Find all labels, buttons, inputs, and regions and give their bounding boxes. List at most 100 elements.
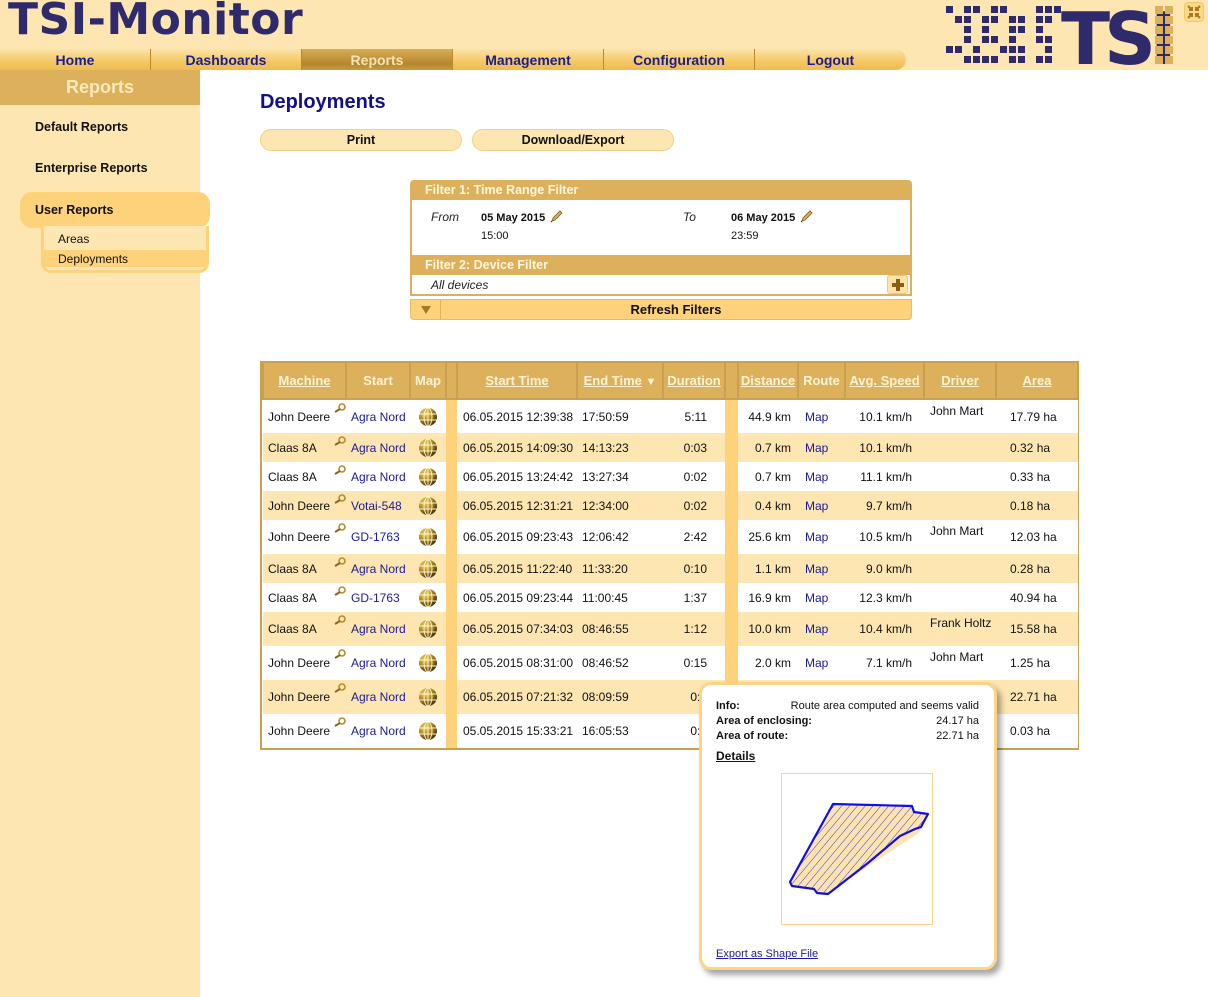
logo-square xyxy=(964,6,971,13)
route-map-link[interactable]: Map xyxy=(805,410,828,424)
globe-icon[interactable] xyxy=(418,588,438,608)
logo-square xyxy=(1036,6,1043,13)
page: TSI-Monitor TSI Home Dashboards Reports … xyxy=(0,0,1208,997)
globe-icon[interactable] xyxy=(418,527,438,547)
globe-icon[interactable] xyxy=(418,438,438,458)
sidebar-item-default-reports[interactable]: Default Reports xyxy=(35,120,128,134)
area-cell[interactable]: 0.18 ha xyxy=(996,491,1078,520)
start-location-link[interactable]: Agra Nord xyxy=(351,622,406,636)
nav-home[interactable]: Home xyxy=(0,49,151,70)
column-header-distance[interactable]: Distance xyxy=(737,361,799,400)
route-map-link[interactable]: Map xyxy=(805,530,828,544)
logo-square xyxy=(982,16,989,23)
start-location-link[interactable]: Votai-548 xyxy=(351,499,402,513)
magnifier-icon[interactable] xyxy=(332,557,346,568)
sidebar-item-enterprise-reports[interactable]: Enterprise Reports xyxy=(35,161,148,175)
sidebar-subitem-areas[interactable]: Areas xyxy=(44,230,206,247)
column-header-machine[interactable]: Machine xyxy=(262,361,347,400)
export-shape-file-link[interactable]: Export as Shape File xyxy=(716,948,818,960)
globe-icon[interactable] xyxy=(418,721,438,741)
area-cell[interactable]: 22.71 ha xyxy=(996,680,1078,714)
edit-from-date-pencil-icon[interactable] xyxy=(550,209,564,223)
print-button[interactable]: Print xyxy=(260,129,462,151)
to-date[interactable]: 06 May 2015 xyxy=(731,212,795,224)
nav-reports[interactable]: Reports xyxy=(302,49,453,70)
area-cell[interactable]: 40.94 ha xyxy=(996,583,1078,612)
nav-configuration[interactable]: Configuration xyxy=(604,49,755,70)
magnifier-icon[interactable] xyxy=(332,523,346,534)
column-header-driver[interactable]: Driver xyxy=(923,361,997,400)
route-map-link[interactable]: Map xyxy=(805,499,828,513)
globe-icon[interactable] xyxy=(418,407,438,427)
nav-management[interactable]: Management xyxy=(453,49,604,70)
globe-icon[interactable] xyxy=(418,653,438,673)
details-link[interactable]: Details xyxy=(716,749,755,763)
magnifier-icon[interactable] xyxy=(332,586,346,597)
globe-icon[interactable] xyxy=(418,496,438,516)
globe-icon[interactable] xyxy=(418,619,438,639)
magnifier-icon[interactable] xyxy=(332,436,346,447)
nav-dashboards[interactable]: Dashboards xyxy=(151,49,302,70)
area-cell[interactable]: 1.25 ha xyxy=(996,646,1078,680)
start-location-link[interactable]: Agra Nord xyxy=(351,441,406,455)
magnifier-icon[interactable] xyxy=(332,403,346,414)
refresh-filters-button[interactable]: Refresh Filters xyxy=(441,300,911,319)
download-export-button[interactable]: Download/Export xyxy=(472,129,674,151)
start-location-link[interactable]: GD-1763 xyxy=(351,591,400,605)
globe-icon[interactable] xyxy=(418,467,438,487)
map-cell xyxy=(410,612,446,646)
from-date[interactable]: 05 May 2015 xyxy=(481,212,545,224)
collapse-filters-toggle[interactable] xyxy=(411,300,441,319)
globe-icon[interactable] xyxy=(418,687,438,707)
collapse-header-button[interactable] xyxy=(1184,2,1204,22)
edit-to-date-pencil-icon[interactable] xyxy=(800,209,814,223)
column-header-area[interactable]: Area xyxy=(995,361,1079,400)
area-cell[interactable]: 12.03 ha xyxy=(996,520,1078,554)
logo-square xyxy=(991,6,998,13)
sidebar-subitem-deployments[interactable]: Deployments xyxy=(44,250,206,267)
route-map-link[interactable]: Map xyxy=(805,562,828,576)
map-cell xyxy=(410,680,446,714)
start-location-link[interactable]: Agra Nord xyxy=(351,690,406,704)
magnifier-icon[interactable] xyxy=(332,465,346,476)
row-separator xyxy=(446,583,457,612)
area-cell[interactable]: 0.03 ha xyxy=(996,714,1078,748)
route-map-link[interactable]: Map xyxy=(805,591,828,605)
start-location-link[interactable]: Agra Nord xyxy=(351,562,406,576)
start-time-cell: 06.05.2015 09:23:44 xyxy=(457,583,577,612)
start-cell: Agra Nord xyxy=(346,554,410,583)
magnifier-icon[interactable] xyxy=(332,683,346,694)
logo-square xyxy=(982,26,989,33)
row-separator xyxy=(725,646,738,680)
area-cell[interactable]: 0.28 ha xyxy=(996,554,1078,583)
sidebar-item-user-reports[interactable]: User Reports xyxy=(20,192,210,228)
add-device-button[interactable] xyxy=(887,275,908,294)
start-location-link[interactable]: Agra Nord xyxy=(351,724,406,738)
area-cell[interactable]: 0.33 ha xyxy=(996,462,1078,491)
globe-icon[interactable] xyxy=(418,559,438,579)
column-header-avg-speed[interactable]: Avg. Speed xyxy=(844,361,925,400)
nav-logout[interactable]: Logout xyxy=(755,49,906,70)
column-header-end-time[interactable]: End Time ▼ xyxy=(576,361,664,400)
machine-cell: John Deere xyxy=(263,399,346,433)
area-cell[interactable]: 17.79 ha xyxy=(996,399,1078,433)
refresh-filters-bar: Refresh Filters xyxy=(410,299,912,320)
column-header-duration[interactable]: Duration xyxy=(662,361,726,400)
area-cell[interactable]: 15.58 ha xyxy=(996,612,1078,646)
start-location-link[interactable]: Agra Nord xyxy=(351,410,406,424)
route-map-link[interactable]: Map xyxy=(805,441,828,455)
area-cell[interactable]: 0.32 ha xyxy=(996,433,1078,462)
magnifier-icon[interactable] xyxy=(332,615,346,626)
magnifier-icon[interactable] xyxy=(332,494,346,505)
magnifier-icon[interactable] xyxy=(332,717,346,728)
column-header-start-time[interactable]: Start Time xyxy=(456,361,578,400)
route-map-link[interactable]: Map xyxy=(805,470,828,484)
start-location-link[interactable]: Agra Nord xyxy=(351,656,406,670)
sort-descending-icon: ▼ xyxy=(645,376,657,388)
route-map-link[interactable]: Map xyxy=(805,622,828,636)
route-map-link[interactable]: Map xyxy=(805,656,828,670)
start-location-link[interactable]: GD-1763 xyxy=(351,530,400,544)
driver-cell xyxy=(924,583,996,612)
magnifier-icon[interactable] xyxy=(332,649,346,660)
start-location-link[interactable]: Agra Nord xyxy=(351,470,406,484)
